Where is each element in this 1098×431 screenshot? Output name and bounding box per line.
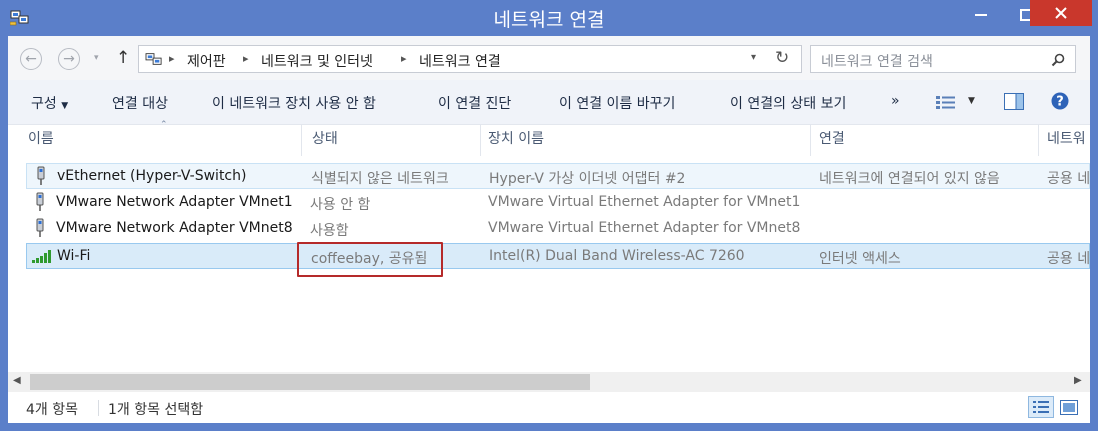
details-view-button[interactable] xyxy=(1028,396,1054,418)
scroll-right-icon[interactable]: ▶ xyxy=(1074,375,1082,386)
search-placeholder: 네트워크 연결 검색 xyxy=(821,54,933,70)
minimize-button[interactable] xyxy=(958,0,1004,30)
chevron-right-icon: ▸ xyxy=(169,52,175,65)
organize-label: 구성 xyxy=(31,96,57,112)
adapter-name: VMware Network Adapter VMnet8 xyxy=(56,220,293,236)
column-divider[interactable] xyxy=(480,124,481,156)
view-options-icon[interactable] xyxy=(936,95,956,109)
navigation-bar: ← → ▾ ↑ ▸ 제어판 ▸ 네트워크 및 인터넷 ▸ 네트워크 연결 ▾ ↻ xyxy=(8,36,1090,80)
chevron-right-icon: ▸ xyxy=(401,52,407,65)
adapter-device-name: VMware Virtual Ethernet Adapter for VMne… xyxy=(488,194,801,210)
close-icon xyxy=(1055,7,1067,19)
adapter-category: 공용 네 xyxy=(1047,251,1091,267)
minimize-icon xyxy=(975,13,987,16)
more-commands-button[interactable]: » xyxy=(891,93,900,109)
column-divider[interactable] xyxy=(1038,124,1039,156)
highlight-annotation-box xyxy=(297,242,443,277)
rename-button[interactable]: 이 연결 이름 바꾸기 xyxy=(559,93,675,113)
adapter-status: 사용 안 함 xyxy=(310,197,371,213)
window-title: 네트워크 연결 xyxy=(493,9,605,31)
details-view-icon xyxy=(1033,401,1049,413)
selected-count: 1개 항목 선택함 xyxy=(108,402,204,418)
svg-text:?: ? xyxy=(1056,95,1064,110)
column-divider[interactable] xyxy=(810,124,811,156)
list-item[interactable]: vEthernet (Hyper-V-Switch) 식별되지 않은 네트워크 … xyxy=(26,163,1090,189)
diagnose-button[interactable]: 이 연결 진단 xyxy=(438,93,511,113)
organize-button[interactable]: 구성 ▼ xyxy=(31,93,68,113)
column-header-status[interactable]: 상태 xyxy=(312,128,338,148)
wifi-signal-icon xyxy=(32,250,51,263)
adapter-device-name: VMware Virtual Ethernet Adapter for VMne… xyxy=(488,220,801,236)
connect-to-button[interactable]: 연결 대상 xyxy=(112,93,168,113)
column-header-name[interactable]: 이름 xyxy=(28,128,54,148)
ethernet-adapter-icon xyxy=(37,166,45,185)
chevron-down-icon: ▼ xyxy=(61,101,69,111)
item-count: 4개 항목 xyxy=(26,402,78,418)
search-icon[interactable] xyxy=(1051,53,1065,67)
back-button[interactable]: ← xyxy=(20,48,42,70)
breadcrumb-control-panel[interactable]: 제어판 xyxy=(187,51,226,71)
explorer-window: 네트워크 연결 ← → ▾ ↑ ▸ 제어판 ▸ 네트워크 및 인터넷 ▸ 네트워… xyxy=(0,0,1098,431)
back-arrow-icon: ← xyxy=(25,51,37,67)
recent-locations-dropdown[interactable]: ▾ xyxy=(94,53,99,63)
list-item-selected[interactable]: Wi-Fi coffeebay, 공유됨 Intel(R) Dual Band … xyxy=(26,243,1090,269)
title-bar[interactable]: 네트워크 연결 xyxy=(0,0,1098,36)
help-icon[interactable]: ? xyxy=(1051,92,1069,110)
list-item[interactable]: VMware Network Adapter VMnet8 사용함 VMware… xyxy=(26,216,1090,242)
command-bar: 구성 ▼ 연결 대상 이 네트워크 장치 사용 안 함 이 연결 진단 이 연결… xyxy=(8,80,1090,125)
view-dropdown-icon[interactable]: ▼ xyxy=(968,96,975,106)
refresh-icon[interactable]: ↻ xyxy=(775,48,789,68)
column-header-network-category[interactable]: 네트워 xyxy=(1047,128,1086,148)
column-divider[interactable] xyxy=(301,124,302,156)
status-divider xyxy=(98,400,99,416)
list-item[interactable]: VMware Network Adapter VMnet1 사용 안 함 VMw… xyxy=(26,190,1090,216)
large-icons-view-icon[interactable] xyxy=(1060,400,1078,415)
chevron-right-icon: ▸ xyxy=(243,52,249,65)
scroll-left-icon[interactable]: ◀ xyxy=(13,375,21,386)
address-dropdown-icon[interactable]: ▾ xyxy=(751,52,756,63)
forward-button[interactable]: → xyxy=(58,48,80,70)
view-status-button[interactable]: 이 연결의 상태 보기 xyxy=(730,93,846,113)
disable-device-button[interactable]: 이 네트워크 장치 사용 안 함 xyxy=(212,93,376,113)
adapter-connectivity: 네트워크에 연결되어 있지 않음 xyxy=(819,171,1000,187)
adapter-name: vEthernet (Hyper-V-Switch) xyxy=(57,168,247,184)
ethernet-adapter-icon xyxy=(36,218,44,237)
adapter-status: 사용함 xyxy=(310,223,349,239)
adapter-device-name: Intel(R) Dual Band Wireless-AC 7260 xyxy=(489,248,745,264)
preview-pane-icon[interactable] xyxy=(1004,93,1024,110)
address-location-icon xyxy=(145,53,162,65)
adapter-category: 공용 네 xyxy=(1047,171,1091,187)
breadcrumb-network-internet[interactable]: 네트워크 및 인터넷 xyxy=(261,51,373,71)
forward-arrow-icon: → xyxy=(63,51,75,67)
address-bar[interactable]: ▸ 제어판 ▸ 네트워크 및 인터넷 ▸ 네트워크 연결 ▾ ↻ xyxy=(138,45,802,73)
scrollbar-thumb[interactable] xyxy=(30,374,590,390)
column-header-connectivity[interactable]: 연결 xyxy=(819,128,845,148)
breadcrumb-network-connections[interactable]: 네트워크 연결 xyxy=(419,51,501,71)
adapter-name: Wi-Fi xyxy=(57,248,91,264)
up-arrow-icon[interactable]: ↑ xyxy=(116,48,130,68)
horizontal-scrollbar[interactable]: ◀ ▶ xyxy=(8,372,1090,392)
adapter-status: 식별되지 않은 네트워크 xyxy=(311,171,449,187)
sort-ascending-icon: ⌃ xyxy=(160,120,168,130)
ethernet-adapter-icon xyxy=(36,192,44,211)
window-client: ← → ▾ ↑ ▸ 제어판 ▸ 네트워크 및 인터넷 ▸ 네트워크 연결 ▾ ↻ xyxy=(8,36,1090,423)
column-header-device-name[interactable]: 장치 이름 xyxy=(488,128,544,148)
close-button[interactable] xyxy=(1030,0,1092,26)
adapter-connectivity: 인터넷 액세스 xyxy=(819,251,901,267)
adapter-name: VMware Network Adapter VMnet1 xyxy=(56,194,293,210)
status-bar: 4개 항목 1개 항목 선택함 xyxy=(8,392,1090,423)
search-box[interactable]: 네트워크 연결 검색 xyxy=(810,45,1076,73)
adapter-device-name: Hyper-V 가상 이더넷 어댑터 #2 xyxy=(489,171,686,187)
